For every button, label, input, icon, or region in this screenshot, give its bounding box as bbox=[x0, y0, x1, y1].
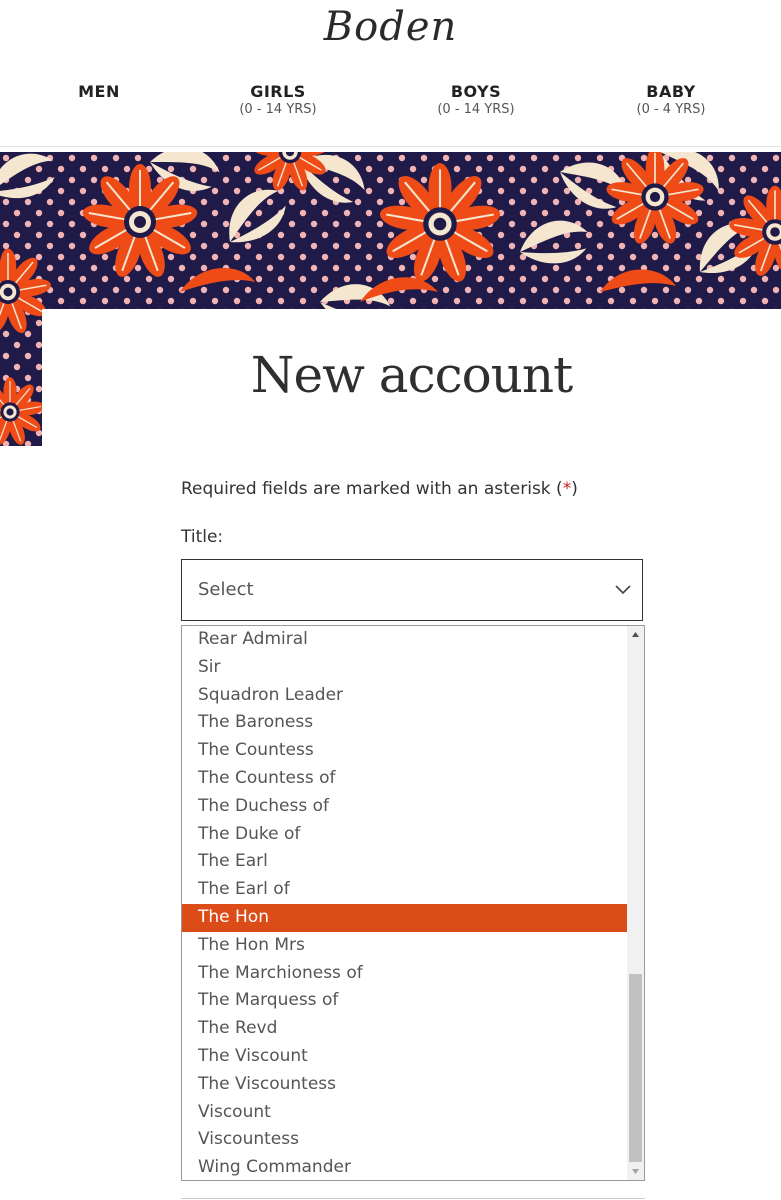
nav-label: BOYS bbox=[450, 82, 502, 101]
required-note-text: Required fields are marked with an aster… bbox=[181, 479, 563, 499]
required-fields-note: Required fields are marked with an aster… bbox=[181, 479, 578, 499]
title-select[interactable]: Select bbox=[181, 559, 643, 621]
form-divider bbox=[181, 1198, 645, 1199]
dropdown-option[interactable]: The Countess of bbox=[182, 765, 627, 793]
dropdown-option[interactable]: Viscountess bbox=[182, 1126, 627, 1154]
dropdown-option[interactable]: Wing Commander bbox=[182, 1154, 627, 1180]
title-label: Title: bbox=[181, 527, 224, 547]
title-options-list[interactable]: Rear Admiral Sir Squadron Leader The Barone… bbox=[181, 625, 645, 1181]
nav-item-girls[interactable]: GIRLS (0 - 14 YRS) bbox=[188, 82, 368, 117]
dropdown-option[interactable]: Sir bbox=[182, 654, 627, 682]
scrollbar-thumb[interactable] bbox=[629, 974, 642, 1162]
dropdown-option[interactable]: The Countess bbox=[182, 737, 627, 765]
dropdown-option[interactable]: The Viscountess bbox=[182, 1071, 627, 1099]
dropdown-option[interactable]: Rear Admiral bbox=[182, 626, 627, 654]
dropdown-option[interactable]: The Duke of bbox=[182, 821, 627, 849]
header-divider bbox=[0, 146, 781, 147]
main-nav: MEN GIRLS (0 - 14 YRS) BOYS (0 - 14 YRS)… bbox=[0, 82, 781, 128]
nav-label: MEN bbox=[78, 82, 120, 101]
dropdown-option[interactable]: The Earl of bbox=[182, 876, 627, 904]
nav-item-baby[interactable]: BABY (0 - 4 YRS) bbox=[581, 82, 761, 117]
dropdown-option[interactable]: Squadron Leader bbox=[182, 682, 627, 710]
dropdown-option[interactable]: The Marquess of bbox=[182, 987, 627, 1015]
dropdown-option[interactable]: The Revd bbox=[182, 1015, 627, 1043]
required-note-close: ) bbox=[571, 479, 578, 499]
nav-age-range: (0 - 14 YRS) bbox=[437, 102, 515, 117]
nav-label: BABY bbox=[646, 82, 696, 101]
dropdown-option[interactable]: The Hon bbox=[182, 903, 627, 932]
dropdown-option[interactable]: The Duchess of bbox=[182, 793, 627, 821]
scroll-down-arrow-icon[interactable] bbox=[627, 1163, 644, 1180]
dropdown-option[interactable]: The Viscount bbox=[182, 1043, 627, 1071]
dropdown-option[interactable]: The Earl bbox=[182, 848, 627, 876]
boden-logo[interactable]: Boden bbox=[0, 4, 781, 50]
options-container: Rear Admiral Sir Squadron Leader The Barone… bbox=[182, 626, 627, 1180]
nav-age-range: (0 - 4 YRS) bbox=[636, 102, 706, 117]
dropdown-scrollbar[interactable] bbox=[627, 626, 644, 1180]
nav-item-boys[interactable]: BOYS (0 - 14 YRS) bbox=[386, 82, 566, 117]
page-title: New account bbox=[250, 346, 573, 404]
dropdown-option[interactable]: The Baroness bbox=[182, 709, 627, 737]
title-select-value: Select bbox=[198, 579, 254, 600]
dropdown-option[interactable]: Viscount bbox=[182, 1099, 627, 1127]
required-asterisk: * bbox=[562, 479, 572, 499]
scroll-up-arrow-icon[interactable] bbox=[627, 626, 644, 643]
dropdown-option[interactable]: The Marchioness of bbox=[182, 960, 627, 988]
dropdown-option[interactable]: The Hon Mrs bbox=[182, 932, 627, 960]
nav-label: GIRLS bbox=[250, 82, 306, 101]
nav-age-range: (0 - 14 YRS) bbox=[239, 102, 317, 117]
chevron-down-icon bbox=[615, 585, 631, 595]
nav-item-men[interactable]: MEN bbox=[9, 82, 189, 102]
